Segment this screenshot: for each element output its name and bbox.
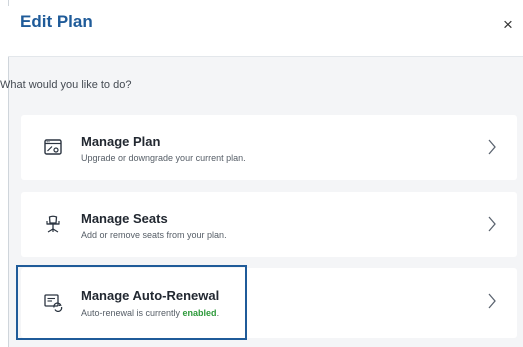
close-button[interactable]: ×	[497, 14, 519, 36]
manage-plan-option[interactable]: Manage Plan Upgrade or downgrade your cu…	[21, 115, 517, 180]
description-suffix: .	[216, 308, 220, 318]
dialog-header: Edit Plan ×	[8, 6, 523, 57]
manage-auto-renewal-description: Auto-renewal is currently enabled.	[81, 308, 219, 318]
plan-window-icon	[44, 139, 62, 155]
manage-seats-title: Manage Seats	[81, 211, 168, 226]
manage-seats-option[interactable]: Manage Seats Add or remove seats from yo…	[21, 192, 517, 257]
manage-auto-renewal-option[interactable]: Manage Auto-Renewal Auto-renewal is curr…	[21, 268, 517, 338]
manage-plan-title: Manage Plan	[81, 134, 161, 149]
renewal-status-enabled: enabled	[182, 308, 217, 318]
office-chair-icon	[46, 215, 60, 233]
prompt-text: What would you like to do?	[0, 79, 132, 91]
manage-seats-description: Add or remove seats from your plan.	[81, 230, 227, 240]
dialog-title: Edit Plan	[20, 12, 93, 31]
edit-plan-dialog: Edit Plan × What would you like to do? M…	[0, 0, 523, 347]
manage-plan-description: Upgrade or downgrade your current plan.	[81, 153, 246, 163]
chevron-right-icon	[488, 293, 496, 309]
manage-auto-renewal-title: Manage Auto-Renewal	[81, 288, 220, 303]
chevron-right-icon	[488, 216, 496, 232]
description-prefix: Auto-renewal is currently	[81, 308, 183, 318]
auto-renewal-icon	[44, 294, 63, 312]
chevron-right-icon	[488, 139, 496, 155]
